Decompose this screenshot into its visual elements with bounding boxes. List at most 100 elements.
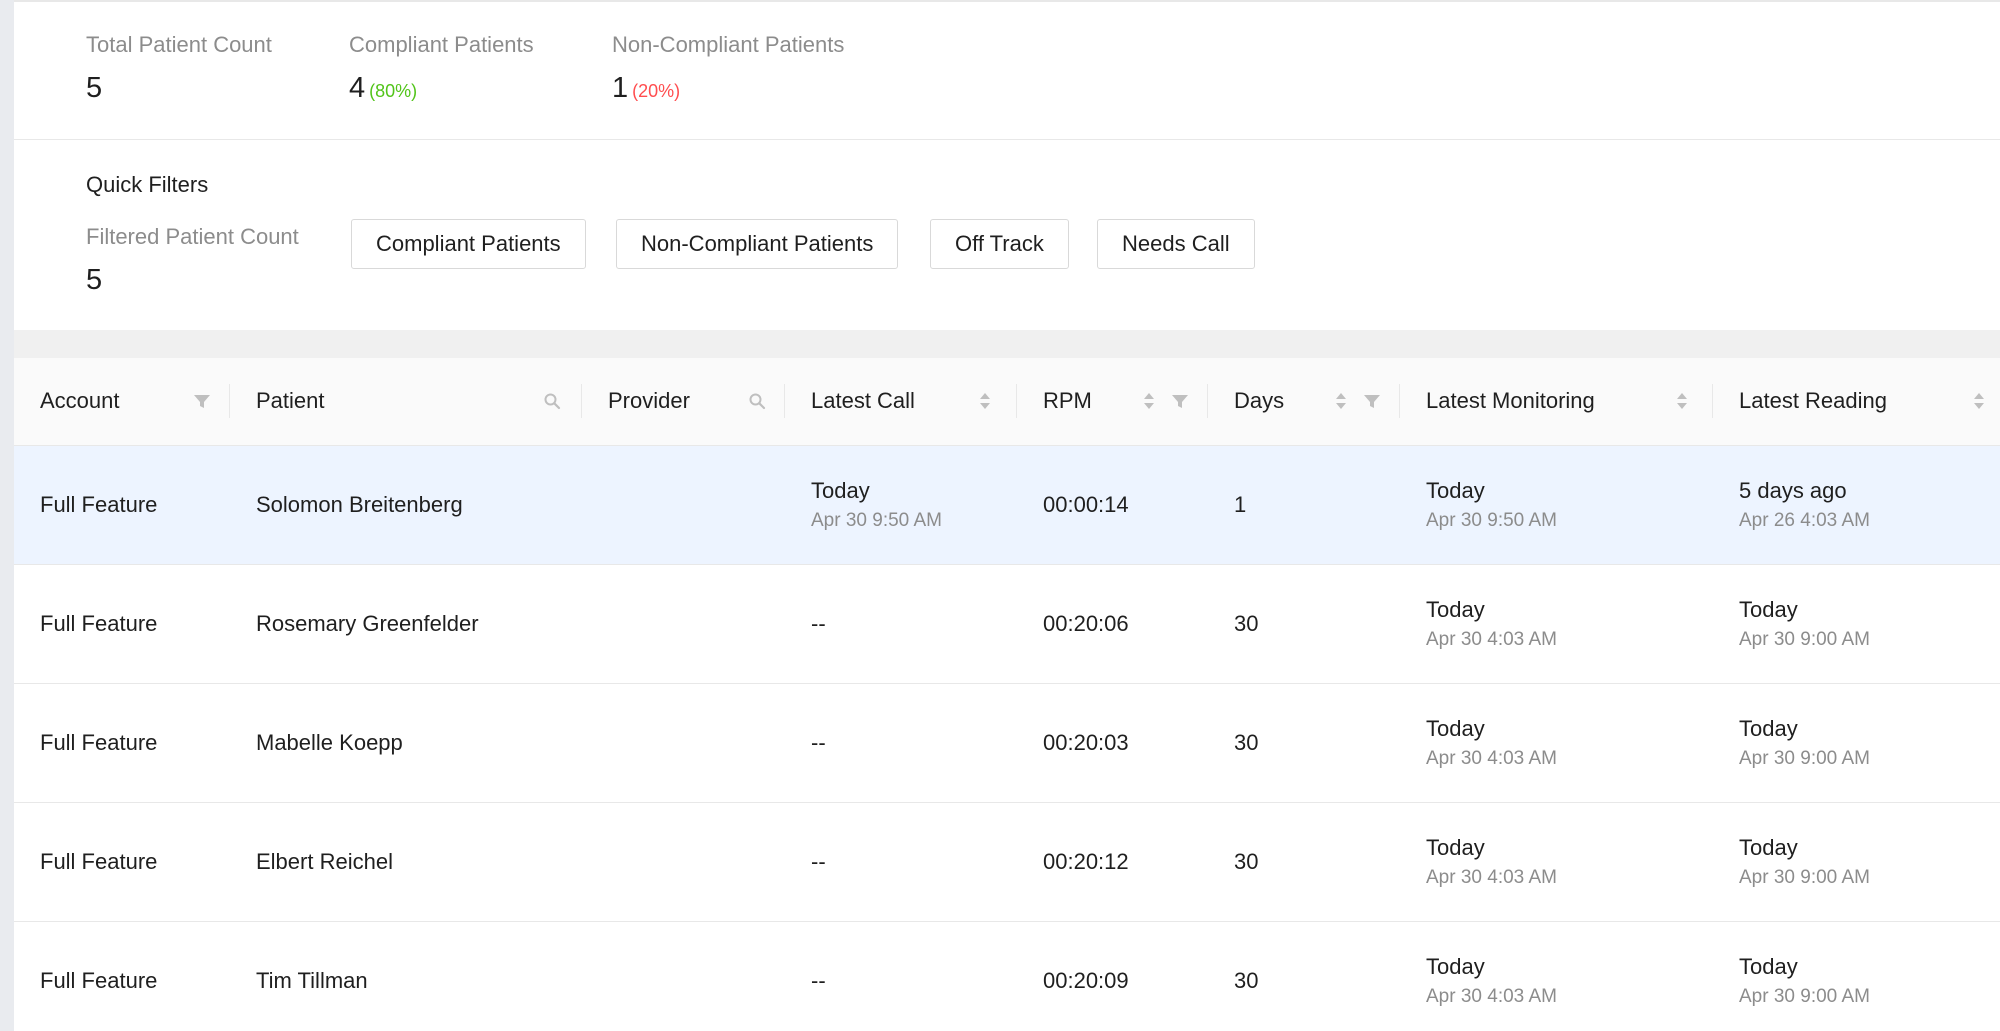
cell-patient: Elbert Reichel xyxy=(230,803,582,921)
column-label: Provider xyxy=(608,388,690,413)
latest-call-relative: -- xyxy=(811,730,826,755)
cell-latest-call: -- xyxy=(785,565,1017,683)
stat-label: Total Patient Count xyxy=(86,32,272,57)
latest-call-relative: -- xyxy=(811,849,826,874)
latest-monitoring-timestamp: Apr 30 4:03 AM xyxy=(1426,748,1557,769)
quick-filter-off-track-button[interactable]: Off Track xyxy=(930,219,1069,269)
patient-name[interactable]: Mabelle Koepp xyxy=(256,730,403,756)
stat-total-patients: Total Patient Count 5 xyxy=(86,32,272,105)
latest-call-timestamp: Apr 30 9:50 AM xyxy=(811,510,942,531)
table-row[interactable]: Full Feature Tim Tillman -- 00:20:09 30 … xyxy=(14,922,2000,1031)
stat-compliant-patients: Compliant Patients 4 (80%) xyxy=(349,32,534,105)
patient-name[interactable]: Tim Tillman xyxy=(256,968,368,994)
column-label: RPM xyxy=(1043,388,1092,413)
latest-reading-relative: Today xyxy=(1739,954,1798,979)
patient-name[interactable]: Elbert Reichel xyxy=(256,849,393,875)
cell-patient: Solomon Breitenberg xyxy=(230,446,582,564)
cell-rpm: 00:20:06 xyxy=(1017,565,1208,683)
cell-provider xyxy=(582,446,785,564)
quick-filter-compliant-button[interactable]: Compliant Patients xyxy=(351,219,586,269)
latest-monitoring-relative: Today xyxy=(1426,716,1485,741)
column-label: Latest Call xyxy=(811,388,915,413)
table-header: Account Patient Provider Latest Call RPM… xyxy=(14,358,2000,446)
latest-monitoring-relative: Today xyxy=(1426,835,1485,860)
stat-value: 1 (20%) xyxy=(612,72,844,105)
rpm-time: 00:20:03 xyxy=(1043,730,1129,755)
column-header-rpm[interactable]: RPM xyxy=(1017,358,1208,445)
cell-account: Full Feature xyxy=(14,803,230,921)
column-label: Patient xyxy=(256,388,325,413)
cell-latest-call: -- xyxy=(785,803,1017,921)
latest-reading-relative: 5 days ago xyxy=(1739,478,1847,503)
sort-icon[interactable] xyxy=(975,390,995,412)
quick-filter-non-compliant-button[interactable]: Non-Compliant Patients xyxy=(616,219,899,269)
column-label: Account xyxy=(40,388,120,413)
latest-monitoring-timestamp: Apr 30 4:03 AM xyxy=(1426,629,1557,650)
stat-non-compliant-patients: Non-Compliant Patients 1 (20%) xyxy=(612,32,844,105)
stat-number: 4 xyxy=(349,72,366,104)
table-row[interactable]: Full Feature Rosemary Greenfelder -- 00:… xyxy=(14,565,2000,684)
cell-latest-monitoring: Today Apr 30 4:03 AM xyxy=(1400,684,1713,802)
stat-percentage: (20%) xyxy=(632,81,681,101)
sort-icon[interactable] xyxy=(1672,390,1692,412)
latest-reading-timestamp: Apr 30 9:00 AM xyxy=(1739,867,1870,888)
latest-call-relative: -- xyxy=(811,968,826,993)
search-icon[interactable] xyxy=(747,390,767,412)
filter-icon[interactable] xyxy=(1362,390,1382,412)
table-row[interactable]: Full Feature Mabelle Koepp -- 00:20:03 3… xyxy=(14,684,2000,803)
table-row[interactable]: Full Feature Solomon Breitenberg Today Ap… xyxy=(14,446,2000,565)
cell-latest-monitoring: Today Apr 30 4:03 AM xyxy=(1400,803,1713,921)
quick-filters-panel: Quick Filters Filtered Patient Count 5 C… xyxy=(14,140,2000,330)
cell-latest-reading: Today Apr 30 9:00 AM xyxy=(1713,565,2000,683)
column-header-latest-call[interactable]: Latest Call xyxy=(785,358,1017,445)
stat-label: Compliant Patients xyxy=(349,32,534,57)
latest-reading-relative: Today xyxy=(1739,835,1798,860)
filtered-count-value: 5 xyxy=(86,264,103,296)
cell-latest-reading: Today Apr 30 9:00 AM xyxy=(1713,922,2000,1031)
latest-reading-timestamp: Apr 30 9:00 AM xyxy=(1739,629,1870,650)
cell-account: Full Feature xyxy=(14,446,230,564)
column-header-days[interactable]: Days xyxy=(1208,358,1400,445)
cell-latest-monitoring: Today Apr 30 4:03 AM xyxy=(1400,922,1713,1031)
column-header-latest-reading[interactable]: Latest Reading xyxy=(1713,358,2000,445)
search-icon[interactable] xyxy=(542,390,562,412)
cell-days: 30 xyxy=(1208,684,1400,802)
cell-days: 30 xyxy=(1208,922,1400,1031)
table-row[interactable]: Full Feature Elbert Reichel -- 00:20:12 … xyxy=(14,803,2000,922)
patient-name[interactable]: Solomon Breitenberg xyxy=(256,492,463,518)
sort-icon[interactable] xyxy=(1139,390,1159,412)
days-count: 30 xyxy=(1234,730,1259,755)
main-content: Total Patient Count 5 Compliant Patients… xyxy=(14,0,2000,1031)
column-header-latest-monitoring[interactable]: Latest Monitoring xyxy=(1400,358,1713,445)
sort-icon[interactable] xyxy=(1969,390,1989,412)
cell-provider xyxy=(582,684,785,802)
stat-value: 5 xyxy=(86,72,272,105)
quick-filters-title: Quick Filters xyxy=(86,172,209,197)
column-header-provider[interactable]: Provider xyxy=(582,358,785,445)
column-header-account[interactable]: Account xyxy=(14,358,230,445)
filter-icon[interactable] xyxy=(1170,390,1190,412)
section-spacer xyxy=(14,330,2000,358)
latest-monitoring-relative: Today xyxy=(1426,478,1485,503)
latest-monitoring-timestamp: Apr 30 4:03 AM xyxy=(1426,986,1557,1007)
cell-patient: Mabelle Koepp xyxy=(230,684,582,802)
filter-icon[interactable] xyxy=(192,390,212,412)
quick-filter-needs-call-button[interactable]: Needs Call xyxy=(1097,219,1255,269)
latest-reading-relative: Today xyxy=(1739,597,1798,622)
account-name: Full Feature xyxy=(40,730,158,755)
patient-name[interactable]: Rosemary Greenfelder xyxy=(256,611,479,637)
account-name: Full Feature xyxy=(40,849,158,874)
latest-monitoring-relative: Today xyxy=(1426,597,1485,622)
account-name: Full Feature xyxy=(40,611,158,636)
column-header-patient[interactable]: Patient xyxy=(230,358,582,445)
latest-call-relative: -- xyxy=(811,611,826,636)
app-root: Total Patient Count 5 Compliant Patients… xyxy=(0,0,2000,1031)
cell-days: 30 xyxy=(1208,565,1400,683)
days-count: 30 xyxy=(1234,849,1259,874)
cell-latest-monitoring: Today Apr 30 9:50 AM xyxy=(1400,446,1713,564)
stat-label: Non-Compliant Patients xyxy=(612,32,845,57)
cell-latest-call: -- xyxy=(785,922,1017,1031)
cell-provider xyxy=(582,803,785,921)
stat-number: 1 xyxy=(612,72,629,104)
sort-icon[interactable] xyxy=(1331,390,1351,412)
